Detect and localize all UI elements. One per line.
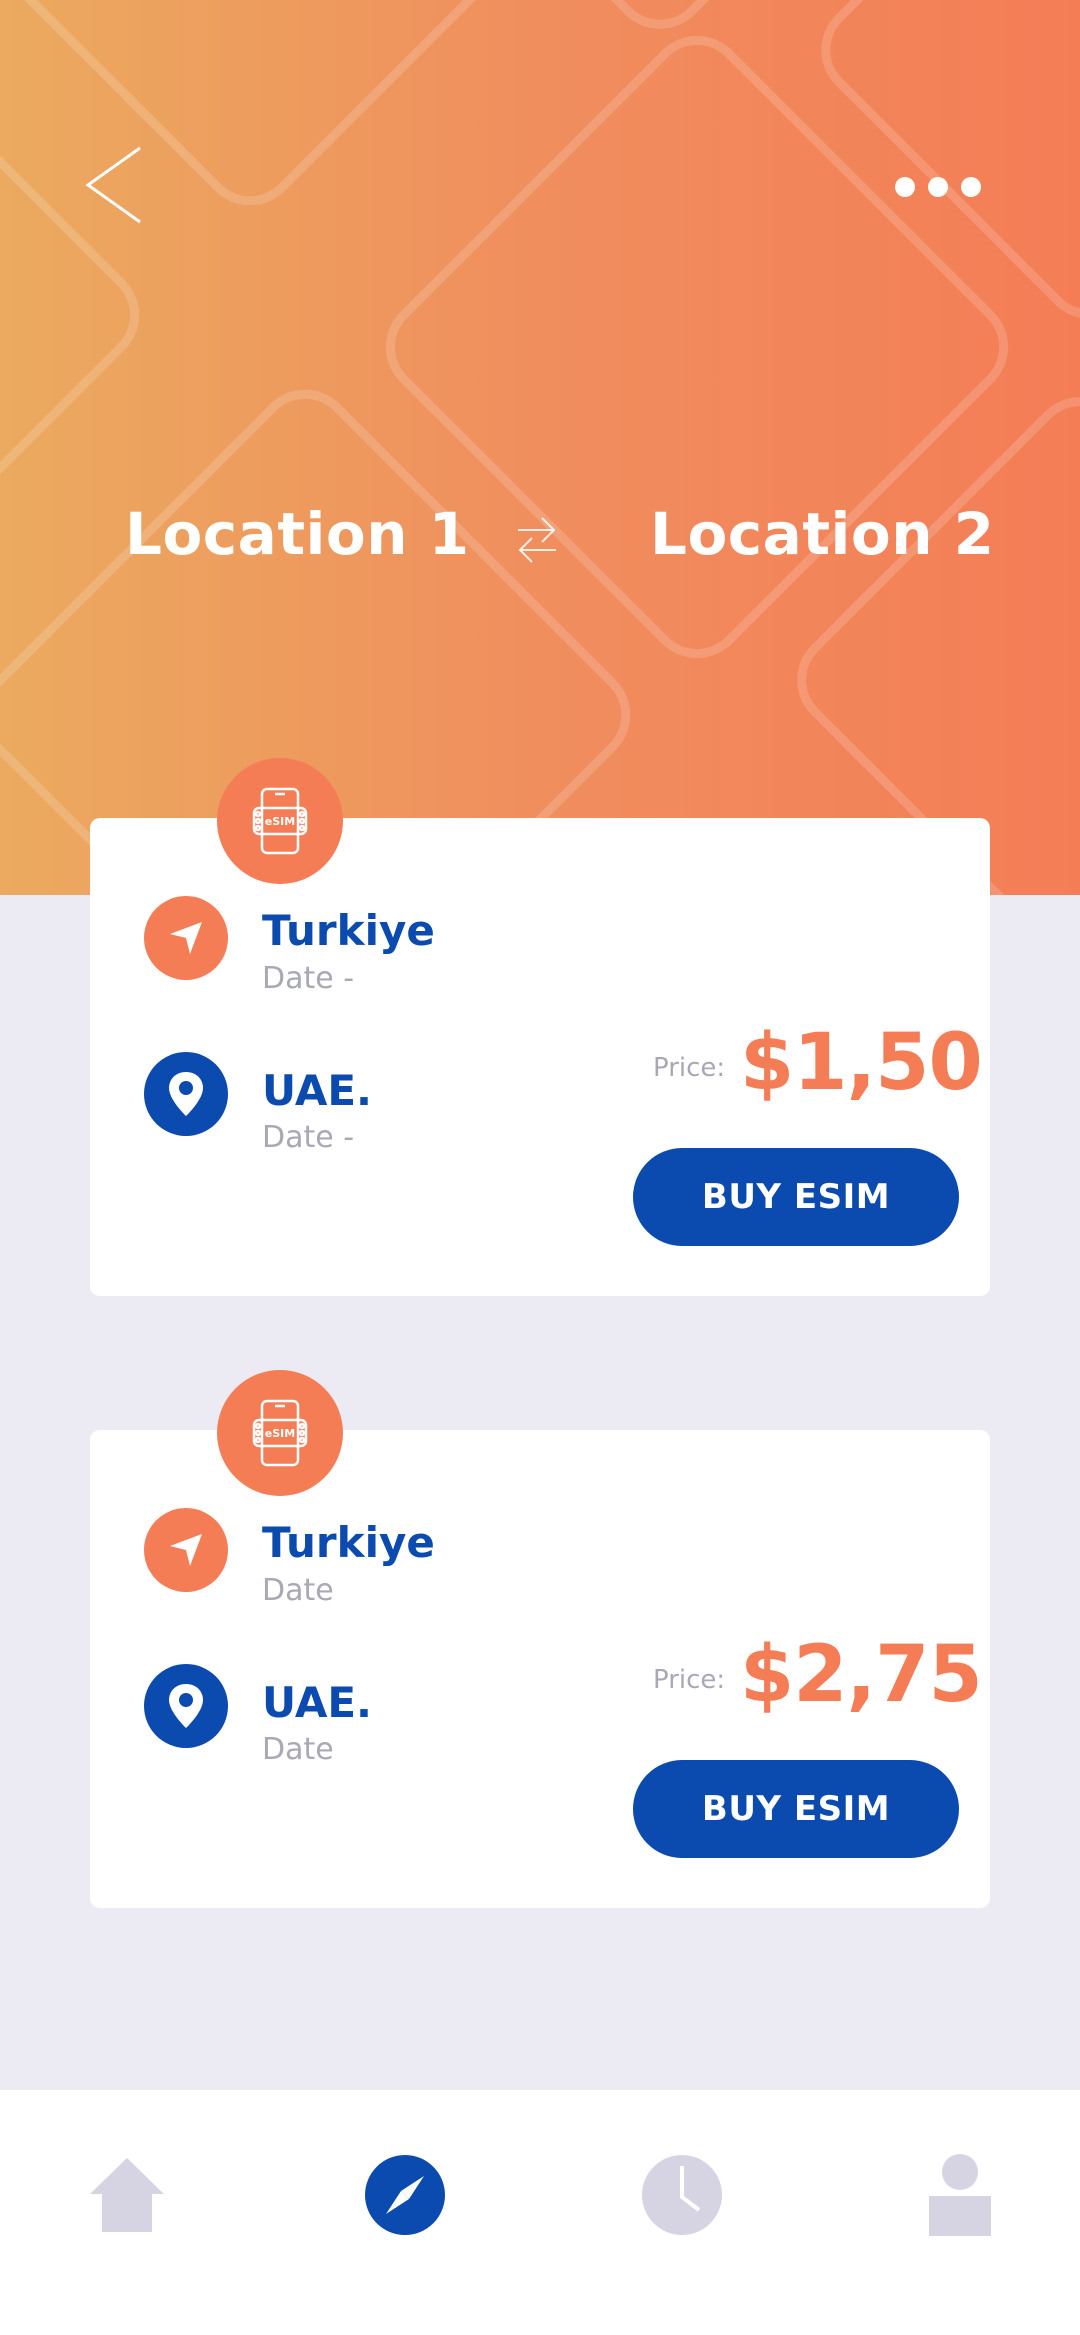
- compass-icon: [365, 2155, 445, 2235]
- to-date: Date: [262, 1732, 334, 1767]
- esim-icon: eSIM: [252, 1399, 308, 1467]
- location-pin-icon: [169, 1072, 203, 1116]
- esim-icon: eSIM: [252, 787, 308, 855]
- more-dots-icon: [895, 177, 981, 197]
- navigation-arrow-icon: [170, 922, 202, 954]
- to-place: UAE.: [262, 1066, 372, 1115]
- svg-text:eSIM: eSIM: [265, 815, 295, 828]
- departure-icon-wrap: [144, 896, 228, 980]
- from-place: Turkiye: [262, 1518, 435, 1567]
- price-label: Price:: [653, 1665, 726, 1695]
- location-from[interactable]: Location 1: [125, 500, 470, 568]
- nav-profile[interactable]: [915, 2150, 1005, 2240]
- departure-icon-wrap: [144, 1508, 228, 1592]
- destination-icon-wrap: [144, 1664, 228, 1748]
- buy-esim-button[interactable]: BUY ESIM: [633, 1148, 959, 1246]
- chevron-left-icon: [85, 146, 141, 224]
- bottom-navigation: [0, 2090, 1080, 2335]
- swap-arrows-icon[interactable]: [512, 512, 562, 568]
- background-pattern: [0, 0, 1080, 895]
- nav-explore[interactable]: [360, 2150, 450, 2240]
- from-place: Turkiye: [262, 906, 435, 955]
- header-banner: Location 1 Location 2: [0, 0, 1080, 895]
- nav-history[interactable]: [637, 2150, 727, 2240]
- price-value: $1,50: [740, 1018, 983, 1108]
- location-to[interactable]: Location 2: [650, 500, 995, 568]
- location-pin-icon: [169, 1684, 203, 1728]
- esim-offer-card: eSIM Turkiye Date - UAE. Date - Price: $…: [90, 758, 990, 1296]
- esim-badge: eSIM: [217, 758, 343, 884]
- esim-badge: eSIM: [217, 1370, 343, 1496]
- svg-text:eSIM: eSIM: [265, 1427, 295, 1440]
- to-place: UAE.: [262, 1678, 372, 1727]
- price-label: Price:: [653, 1053, 726, 1083]
- buy-esim-button[interactable]: BUY ESIM: [633, 1760, 959, 1858]
- navigation-arrow-icon: [170, 1534, 202, 1566]
- price-value: $2,75: [740, 1630, 983, 1720]
- home-icon: [90, 2158, 164, 2232]
- to-date: Date -: [262, 1120, 355, 1155]
- esim-offer-card: eSIM Turkiye Date UAE. Date Price: $2,75…: [90, 1370, 990, 1908]
- destination-icon-wrap: [144, 1052, 228, 1136]
- more-options-button[interactable]: [880, 160, 1000, 210]
- from-date: Date: [262, 1573, 334, 1608]
- from-date: Date -: [262, 961, 355, 996]
- nav-home[interactable]: [82, 2150, 172, 2240]
- back-button[interactable]: [80, 140, 160, 230]
- profile-icon: [929, 2154, 991, 2236]
- clock-icon: [642, 2155, 722, 2235]
